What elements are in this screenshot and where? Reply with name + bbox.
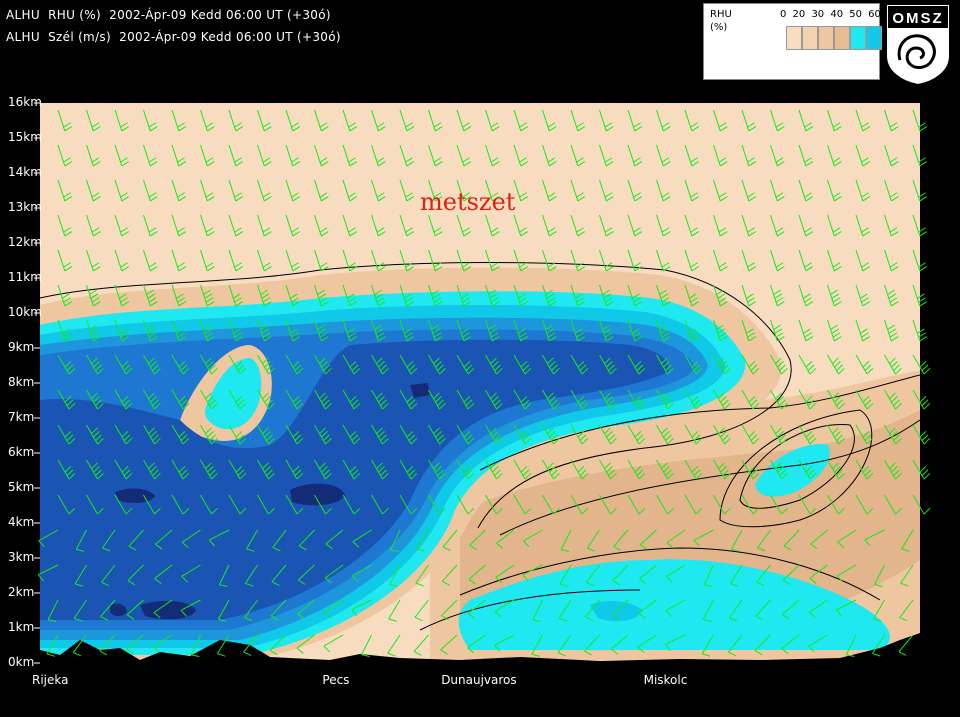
cross-section-chart xyxy=(0,0,960,717)
legend-swatch xyxy=(850,26,866,50)
plot-area xyxy=(37,103,931,663)
legend-swatch xyxy=(834,26,850,50)
y-tick-label: 4km xyxy=(8,515,35,529)
y-tick-label: 7km xyxy=(8,410,35,424)
legend-title: RHU (%) xyxy=(710,8,732,34)
y-tick-label: 16km xyxy=(8,95,42,109)
legend-swatch xyxy=(818,26,834,50)
y-tick-label: 6km xyxy=(8,445,35,459)
y-tick-label: 15km xyxy=(8,130,42,144)
legend-title-var: RHU xyxy=(710,9,732,20)
y-tick-label: 9km xyxy=(8,340,35,354)
chart-header-rhu: ALHU RHU (%) 2002-Ápr-09 Kedd 06:00 UT (… xyxy=(6,8,331,22)
legend-swatch xyxy=(866,26,882,50)
y-tick-label: 0km xyxy=(8,655,35,669)
y-tick-label: 11km xyxy=(8,270,42,284)
legend-swatch xyxy=(786,26,802,50)
y-tick-label: 5km xyxy=(8,480,35,494)
x-tick-label: Miskolc xyxy=(643,673,688,687)
rhu-legend: RHU (%) 0 20 30 40 50 60 7 xyxy=(703,3,893,80)
y-tick-label: 3km xyxy=(8,550,35,564)
y-tick-label: 13km xyxy=(8,200,42,214)
logo-text: OMSZ xyxy=(892,10,943,27)
omsz-logo: OMSZ xyxy=(882,0,954,87)
legend-ticks: 0 20 30 40 50 60 7 xyxy=(780,9,894,20)
chart-header-wind: ALHU Szél (m/s) 2002-Ápr-09 Kedd 06:00 U… xyxy=(6,30,341,44)
x-tick-label: Rijeka xyxy=(32,673,69,687)
x-tick-label: Pecs xyxy=(322,673,350,687)
omsz-logo-icon: OMSZ xyxy=(885,3,951,87)
y-tick-label: 1km xyxy=(8,620,35,634)
legend-swatch xyxy=(802,26,818,50)
legend-title-unit: (%) xyxy=(710,22,728,33)
y-tick-label: 12km xyxy=(8,235,42,249)
y-tick-label: 14km xyxy=(8,165,42,179)
y-tick-label: 10km xyxy=(8,305,42,319)
y-tick-label: 8km xyxy=(8,375,35,389)
y-tick-label: 2km xyxy=(8,585,35,599)
x-tick-label: Dunaujvaros xyxy=(441,673,517,687)
annotation-metszet: metszet xyxy=(420,188,516,216)
